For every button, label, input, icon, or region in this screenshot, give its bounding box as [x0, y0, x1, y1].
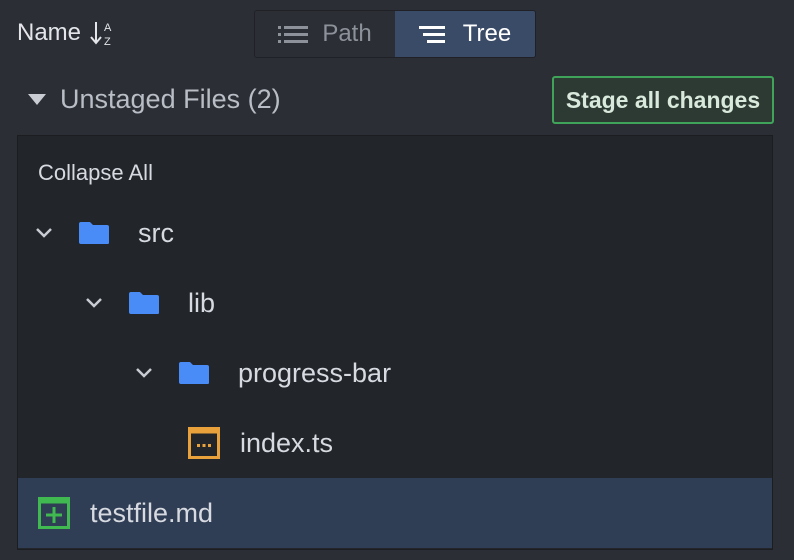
sort-alpha-icon: A Z — [90, 22, 112, 48]
folder-icon — [179, 362, 209, 384]
tree-view-label: Tree — [462, 20, 512, 47]
tree-view-button[interactable]: Tree — [395, 11, 535, 57]
svg-text:Z: Z — [104, 36, 111, 48]
tree-item-label: testfile.md — [90, 497, 214, 528]
sort-label: Name — [17, 19, 82, 46]
source-control-view: Name A Z Path Tree Unstaged Files (2) St… — [0, 0, 794, 560]
tree-item-label: lib — [188, 287, 216, 318]
file-tree-panel: Collapse All src lib progress-bar index.… — [17, 135, 773, 550]
tree-icon — [418, 26, 445, 43]
path-view-label: Path — [322, 20, 372, 47]
tree-item-src[interactable]: src — [18, 198, 772, 268]
list-icon — [278, 26, 309, 43]
caret-down-icon — [28, 94, 46, 105]
collapse-all-button[interactable]: Collapse All — [38, 160, 153, 186]
tree-item-lib[interactable]: lib — [18, 268, 772, 338]
svg-text:A: A — [104, 22, 112, 34]
tree-item-label: progress-bar — [238, 357, 392, 388]
view-mode-toggle: Path Tree — [254, 10, 536, 58]
chevron-down-icon — [86, 298, 102, 308]
chevron-down-icon — [136, 368, 152, 378]
path-view-button[interactable]: Path — [255, 11, 395, 57]
folder-icon — [129, 292, 159, 314]
tree-item-testfile-md[interactable]: testfile.md — [18, 478, 772, 548]
unstaged-files-title: Unstaged Files (2) — [60, 84, 281, 114]
chevron-down-icon — [36, 228, 52, 238]
tree-item-progress-bar[interactable]: progress-bar — [18, 338, 772, 408]
added-file-icon — [38, 497, 70, 529]
stage-all-changes-button[interactable]: Stage all changes — [552, 76, 774, 124]
folder-icon — [79, 222, 109, 244]
tree-item-index-ts[interactable]: index.ts — [18, 408, 772, 478]
tree-item-label: index.ts — [240, 427, 334, 458]
tree-item-label: src — [138, 217, 174, 248]
modified-file-icon — [188, 427, 220, 459]
sort-by-name-button[interactable]: Name A Z — [17, 18, 117, 48]
unstaged-files-header[interactable]: Unstaged Files (2) — [28, 84, 281, 115]
